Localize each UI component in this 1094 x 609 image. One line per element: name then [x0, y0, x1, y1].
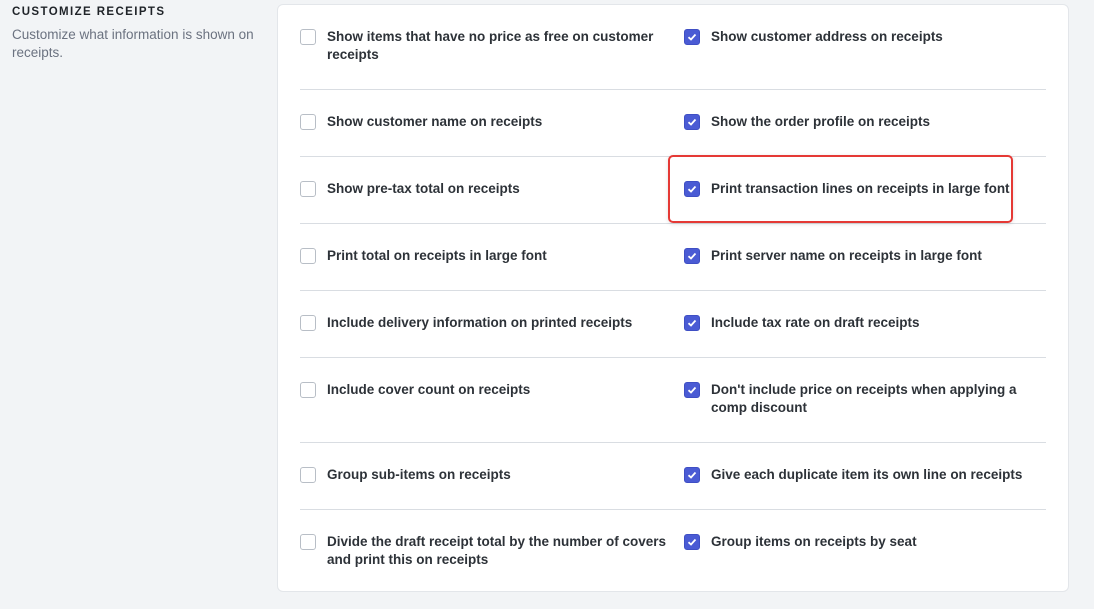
check-icon — [687, 386, 697, 394]
option-cell: Include cover count on receipts — [300, 358, 684, 442]
option-label: Show items that have no price as free on… — [327, 29, 654, 62]
section-description: Customize what information is shown on r… — [12, 27, 254, 60]
option-label: Print transaction lines on receipts in l… — [711, 181, 1010, 196]
option-cell: Group sub-items on receipts — [300, 443, 684, 509]
order-profile-checkbox[interactable] — [684, 114, 700, 130]
option-cell: Show the order profile on receipts — [684, 90, 1046, 156]
option-label: Show pre-tax total on receipts — [327, 181, 520, 196]
option-label: Print total on receipts in large font — [327, 248, 547, 263]
server-name-large-font-checkbox[interactable] — [684, 248, 700, 264]
option-cell: Print transaction lines on receipts in l… — [684, 157, 1046, 223]
option-row: Include cover count on receipts Don't in… — [300, 358, 1046, 443]
option-row: Divide the draft receipt total by the nu… — [300, 510, 1046, 592]
check-icon — [687, 471, 697, 479]
total-large-font-checkbox[interactable] — [300, 248, 316, 264]
option-cell: Print total on receipts in large font — [300, 224, 684, 290]
options-grid: Show items that have no price as free on… — [300, 5, 1046, 592]
option-cell: Group items on receipts by seat — [684, 510, 1046, 592]
comp-discount-price-checkbox[interactable] — [684, 382, 700, 398]
check-icon — [687, 252, 697, 260]
tax-rate-draft-checkbox[interactable] — [684, 315, 700, 331]
option-label: Show the order profile on receipts — [711, 114, 931, 129]
option-cell: Don't include price on receipts when app… — [684, 358, 1046, 442]
duplicate-item-line-checkbox[interactable] — [684, 467, 700, 483]
check-icon — [687, 319, 697, 327]
option-row: Show pre-tax total on receipts Print tra… — [300, 157, 1046, 224]
option-cell: Show customer address on receipts — [684, 5, 1046, 89]
delivery-info-checkbox[interactable] — [300, 315, 316, 331]
section-header: CUSTOMIZE RECEIPTS Customize what inform… — [12, 6, 267, 62]
option-row: Show items that have no price as free on… — [300, 5, 1046, 90]
group-by-seat-checkbox[interactable] — [684, 534, 700, 550]
group-sub-items-checkbox[interactable] — [300, 467, 316, 483]
transaction-lines-large-font-checkbox[interactable] — [684, 181, 700, 197]
option-label: Include delivery information on printed … — [327, 315, 633, 330]
option-label: Don't include price on receipts when app… — [711, 382, 1017, 415]
option-label: Divide the draft receipt total by the nu… — [327, 534, 667, 567]
option-cell: Show items that have no price as free on… — [300, 5, 684, 89]
option-cell: Show customer name on receipts — [300, 90, 684, 156]
check-icon — [687, 185, 697, 193]
option-row: Group sub-items on receipts Give each du… — [300, 443, 1046, 510]
check-icon — [687, 538, 697, 546]
cover-count-checkbox[interactable] — [300, 382, 316, 398]
option-label: Include cover count on receipts — [327, 382, 531, 397]
option-row: Include delivery information on printed … — [300, 291, 1046, 358]
option-label: Show customer address on receipts — [711, 29, 943, 44]
option-cell: Include tax rate on draft receipts — [684, 291, 1046, 357]
option-label: Include tax rate on draft receipts — [711, 315, 920, 330]
option-label: Give each duplicate item its own line on… — [711, 467, 1023, 482]
option-row: Show customer name on receipts Show the … — [300, 90, 1046, 157]
option-label: Group sub-items on receipts — [327, 467, 511, 482]
option-row: Print total on receipts in large font Pr… — [300, 224, 1046, 291]
option-cell: Give each duplicate item its own line on… — [684, 443, 1046, 509]
option-label: Group items on receipts by seat — [711, 534, 917, 549]
receipt-options-card: Show items that have no price as free on… — [277, 4, 1069, 592]
option-cell: Print server name on receipts in large f… — [684, 224, 1046, 290]
check-icon — [687, 118, 697, 126]
option-cell: Divide the draft receipt total by the nu… — [300, 510, 684, 592]
option-label: Print server name on receipts in large f… — [711, 248, 982, 263]
customer-address-checkbox[interactable] — [684, 29, 700, 45]
pre-tax-total-checkbox[interactable] — [300, 181, 316, 197]
check-icon — [687, 33, 697, 41]
customer-name-checkbox[interactable] — [300, 114, 316, 130]
option-cell: Show pre-tax total on receipts — [300, 157, 684, 223]
option-label: Show customer name on receipts — [327, 114, 543, 129]
free-items-checkbox[interactable] — [300, 29, 316, 45]
option-cell: Include delivery information on printed … — [300, 291, 684, 357]
section-title: CUSTOMIZE RECEIPTS — [12, 6, 166, 18]
divide-draft-total-checkbox[interactable] — [300, 534, 316, 550]
